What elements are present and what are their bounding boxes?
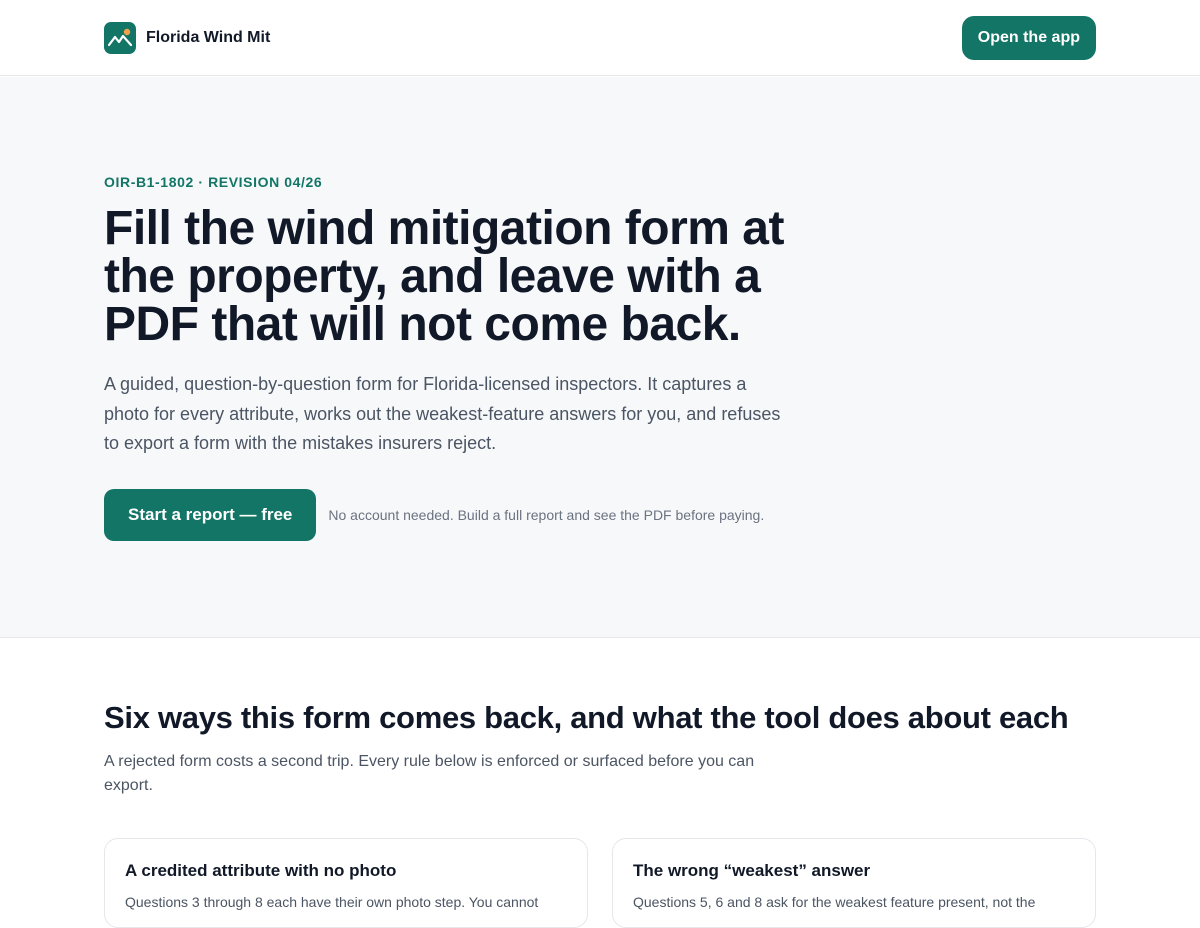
hero-cta-row: Start a report — free No account needed.… [104,489,764,541]
hero-section: OIR-B1-1802 · REVISION 04/26 Fill the wi… [0,77,1200,638]
problems-subtitle: A rejected form costs a second trip. Eve… [104,753,755,794]
site-header: Florida Wind Mit Open the app [0,0,1200,76]
problem-card: A credited attribute with no photo Quest… [104,838,588,928]
mountain-sun-logo-icon [104,21,136,54]
problem-card-title: A credited attribute with no photo [125,861,397,880]
problem-card-body: Questions 3 through 8 each have their ow… [125,894,539,910]
problem-card-title: The wrong “weakest” answer [633,861,871,880]
start-report-button[interactable]: Start a report — free [104,489,317,541]
problem-card-body: Questions 5, 6 and 8 ask for the weakest… [633,894,1036,910]
hero-subtitle: A guided, question-by-question form for … [104,374,781,453]
problems-section: Six ways this form comes back, and what … [0,638,1200,928]
problem-card: The wrong “weakest” answer Questions 5, … [612,838,1096,928]
open-app-button[interactable]: Open the app [961,15,1096,60]
hero-eyebrow: OIR-B1-1802 · REVISION 04/26 [104,174,323,190]
problems-title: Six ways this form comes back, and what … [104,700,1069,735]
brand[interactable]: Florida Wind Mit [104,21,271,54]
hero-title: Fill the wind mitigation form at the pro… [104,202,784,351]
cta-note: No account needed. Build a full report a… [328,507,765,523]
brand-name: Florida Wind Mit [146,28,271,46]
